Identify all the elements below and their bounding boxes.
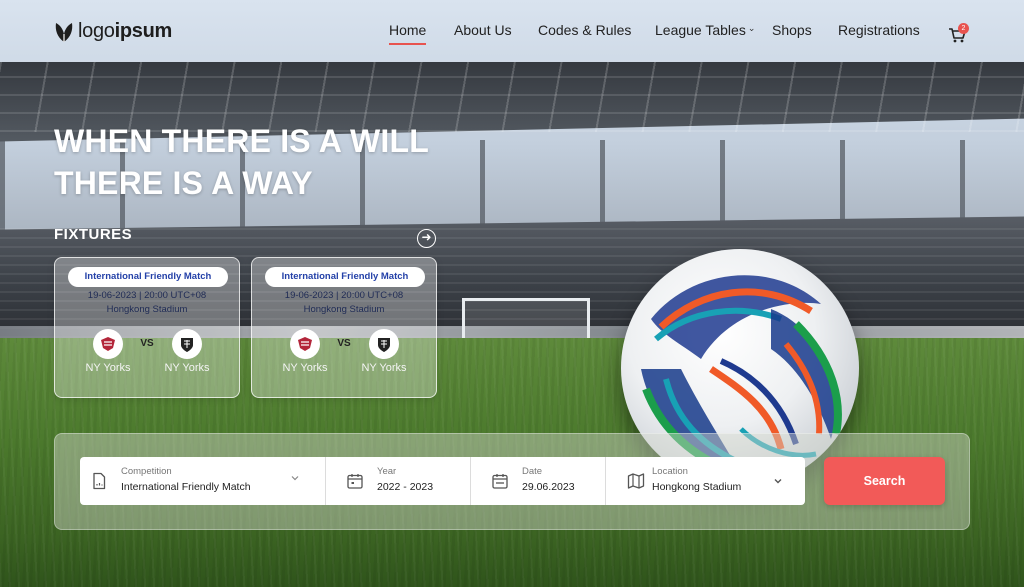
versus-label: VS	[337, 338, 351, 349]
nav-item-about-us[interactable]: About Us	[454, 22, 512, 38]
nav-item-codes-rules[interactable]: Codes & Rules	[538, 22, 631, 38]
main-nav: Home About Us Codes & Rules League Table…	[0, 22, 1024, 46]
date-picker[interactable]: Date 29.06.2023	[481, 457, 605, 505]
hero-title-line1: WHEN THERE IS A WILL	[54, 123, 429, 159]
field-divider	[325, 457, 326, 505]
fixture-venue: Hongkong Stadium	[303, 304, 385, 315]
site-header: logoipsum Home About Us Codes & Rules Le…	[0, 0, 1024, 64]
cart-count-badge: 2	[958, 23, 969, 34]
fixture-datetime: 19-06-2023 | 20:00 UTC+08	[284, 290, 404, 301]
versus-label: VS	[140, 338, 154, 349]
location-select[interactable]: Location Hongkong Stadium	[617, 457, 805, 505]
away-team-crest-icon	[369, 329, 399, 359]
fixture-datetime: 19-06-2023 | 20:00 UTC+08	[87, 290, 207, 301]
arrow-right-circle-icon[interactable]: ➜	[417, 229, 436, 248]
fixture-competition: International Friendly Match	[68, 267, 228, 287]
date-value: 29.06.2023	[522, 481, 575, 493]
year-select[interactable]: Year 2022 - 2023	[336, 457, 470, 505]
nav-item-home[interactable]: Home	[389, 22, 427, 45]
competition-value: International Friendly Match	[121, 481, 251, 493]
field-divider	[470, 457, 471, 505]
competition-label: Competition	[121, 466, 172, 477]
field-divider	[605, 457, 606, 505]
location-value: Hongkong Stadium	[652, 481, 742, 493]
year-value: 2022 - 2023	[377, 481, 434, 493]
fixtures-heading: FIXTURES	[54, 226, 133, 243]
match-search-bar: Competition International Friendly Match…	[80, 457, 805, 505]
hero-title-line2: THERE IS A WAY	[54, 165, 313, 201]
fixture-competition: International Friendly Match	[265, 267, 425, 287]
map-icon	[627, 473, 645, 489]
nav-item-league-tables-label: League Tables	[655, 22, 746, 38]
away-team-name: NY Yorks	[361, 362, 407, 374]
competition-select[interactable]: Competition International Friendly Match	[80, 457, 325, 505]
location-label: Location	[652, 466, 688, 477]
fixture-venue: Hongkong Stadium	[106, 304, 188, 315]
chevron-down-icon: ⌄	[747, 23, 756, 33]
search-button[interactable]: Search	[824, 457, 945, 505]
document-icon	[93, 472, 106, 490]
home-team-name: NY Yorks	[85, 362, 131, 374]
nav-item-shops[interactable]: Shops	[772, 22, 812, 38]
nav-item-registrations[interactable]: Registrations	[838, 22, 920, 38]
fixture-card[interactable]: International Friendly Match 19-06-2023 …	[251, 257, 437, 398]
away-team-crest-icon	[172, 329, 202, 359]
hero-title: WHEN THERE IS A WILL THERE IS A WAY	[54, 120, 429, 204]
away-team-name: NY Yorks	[164, 362, 210, 374]
year-label: Year	[377, 466, 397, 477]
fixture-card[interactable]: International Friendly Match 19-06-2023 …	[54, 257, 240, 398]
goal-post	[462, 298, 590, 340]
calendar-icon	[492, 474, 508, 489]
chevron-down-icon	[774, 479, 782, 484]
chevron-down-icon	[291, 476, 299, 481]
home-team-name: NY Yorks	[282, 362, 328, 374]
nav-item-league-tables[interactable]: League Tables ⌄	[655, 22, 755, 38]
calendar-icon	[347, 474, 363, 489]
date-label: Date	[522, 466, 543, 477]
